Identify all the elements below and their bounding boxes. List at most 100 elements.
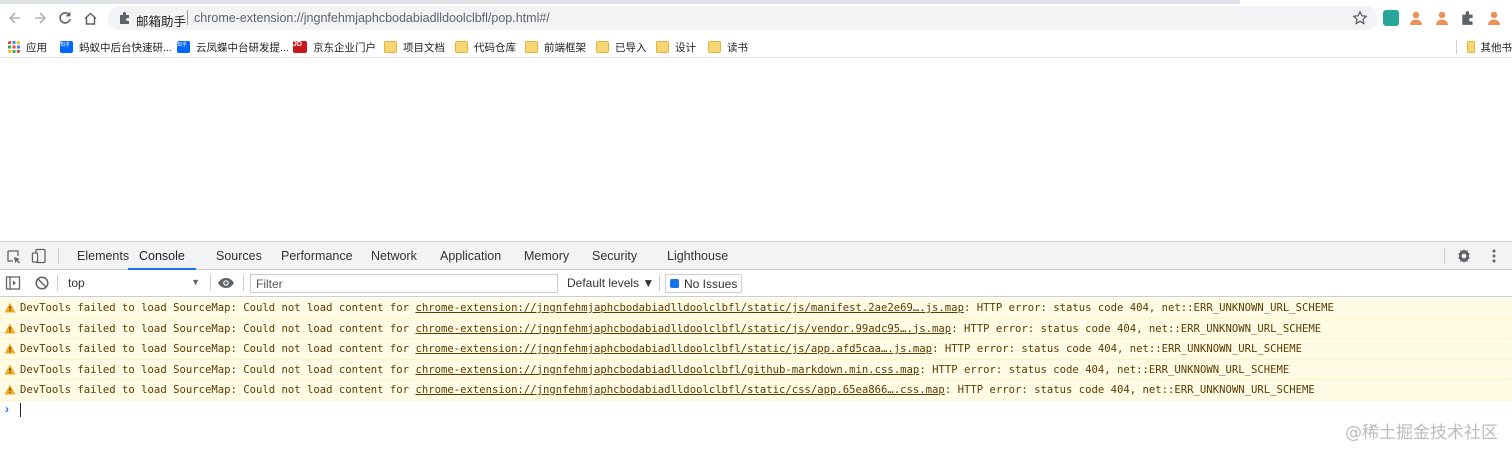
folder-icon	[596, 41, 609, 53]
console-toolbar: top ▼ Default levels ▼ No Issues	[0, 270, 1512, 297]
forward-button[interactable]	[31, 9, 49, 27]
bookmark-folder[interactable]: 代码仓库	[455, 39, 516, 55]
toolbar-divider	[659, 275, 660, 291]
console-prompt[interactable]: ›	[0, 401, 1512, 419]
eye-icon[interactable]	[217, 275, 235, 291]
jd-icon: JD	[293, 41, 307, 53]
profile-avatar-icon-2[interactable]	[1434, 10, 1450, 26]
address-divider	[187, 10, 188, 25]
bookmark-label: 已导入	[615, 41, 647, 54]
toolbar-divider	[1444, 248, 1445, 264]
bookmark-folder[interactable]: 已导入	[596, 39, 647, 55]
log-levels-dropdown[interactable]: Default levels ▼	[567, 276, 654, 290]
inspect-element-icon[interactable]	[6, 249, 22, 265]
extension-grid-icon[interactable]	[1383, 10, 1399, 26]
bookmark-other[interactable]: 其他书	[1467, 39, 1512, 55]
context-value: top	[68, 276, 85, 290]
home-icon	[83, 11, 97, 25]
tab-performance[interactable]: Performance	[281, 242, 353, 270]
warning-icon	[4, 323, 16, 333]
issues-button[interactable]: No Issues	[665, 274, 742, 293]
arrow-right-icon	[35, 12, 47, 24]
folder-icon	[656, 41, 669, 53]
bookmarks-bar: 应用 知乎 蚂蚁中后台快速研... 知乎 云凤蝶中台研发提... JD 京东企业…	[0, 36, 1512, 58]
back-button[interactable]	[6, 9, 24, 27]
tab-strip	[0, 0, 1240, 4]
url-text[interactable]: chrome-extension://jngnfehmjaphcbodabiad…	[194, 11, 550, 25]
bookmark-item[interactable]: 知乎 云凤蝶中台研发提...	[177, 39, 289, 55]
issues-label: No Issues	[684, 276, 738, 291]
apps-grid-icon	[8, 41, 20, 53]
arrow-left-icon	[8, 12, 20, 24]
console-warning: DevTools failed to load SourceMap: Could…	[0, 298, 1512, 319]
warning-text: DevTools failed to load SourceMap: Could…	[20, 384, 1315, 396]
warning-suffix: : HTTP error: status code 404, net::ERR_…	[963, 302, 1334, 314]
folder-icon	[384, 41, 397, 53]
console-warning: DevTools failed to load SourceMap: Could…	[0, 359, 1512, 380]
sourcemap-link[interactable]: chrome-extension://jngnfehmjaphcbodabiad…	[415, 323, 951, 335]
sidebar-toggle-icon[interactable]	[5, 275, 21, 291]
bookmark-label: 其他书	[1480, 41, 1512, 54]
warning-suffix: : HTTP error: status code 404, net::ERR_…	[951, 322, 1322, 335]
bookmark-label: 云凤蝶中台研发提...	[196, 41, 289, 54]
bookmark-label: 项目文档	[403, 41, 445, 54]
tab-sources[interactable]: Sources	[216, 242, 262, 270]
home-button[interactable]	[81, 9, 99, 27]
tab-memory[interactable]: Memory	[524, 242, 569, 270]
tab-network[interactable]: Network	[371, 242, 417, 270]
warning-icon	[4, 384, 16, 395]
site-name: 邮箱助手	[136, 15, 187, 29]
warning-text: DevTools failed to load SourceMap: Could…	[20, 364, 1289, 376]
extensions-puzzle-icon[interactable]	[1460, 10, 1476, 26]
bookmark-label: 读书	[727, 41, 748, 54]
sourcemap-link[interactable]: chrome-extension://jngnfehmjaphcbodabiad…	[415, 302, 964, 314]
bookmark-folder[interactable]: 设计	[656, 39, 696, 55]
tab-security[interactable]: Security	[592, 242, 637, 270]
toolbar-divider	[243, 275, 244, 291]
bookmarks-divider	[1456, 40, 1457, 54]
tab-application[interactable]: Application	[440, 242, 501, 270]
tab-elements[interactable]: Elements	[77, 242, 129, 270]
sourcemap-link[interactable]: chrome-extension://jngnfehmjaphcbodabiad…	[415, 343, 932, 355]
tab-lighthouse[interactable]: Lighthouse	[667, 242, 728, 270]
star-icon[interactable]	[1352, 10, 1368, 26]
bookmark-apps[interactable]: 应用	[8, 39, 47, 55]
sourcemap-link[interactable]: chrome-extension://jngnfehmjaphcbodabiad…	[415, 364, 919, 376]
profile-avatar-icon-3[interactable]	[1486, 10, 1502, 26]
bookmark-label: 设计	[675, 41, 696, 54]
warning-text: DevTools failed to load SourceMap: Could…	[20, 343, 1302, 355]
bookmark-label: 代码仓库	[474, 41, 516, 54]
toolbar-divider	[58, 248, 59, 264]
warning-prefix: DevTools failed to load SourceMap: Could…	[20, 343, 416, 355]
bookmark-label: 应用	[26, 41, 47, 54]
profile-avatar-icon[interactable]	[1408, 10, 1424, 26]
reload-button[interactable]	[56, 9, 74, 27]
console-warning: DevTools failed to load SourceMap: Could…	[0, 318, 1512, 339]
warning-prefix: DevTools failed to load SourceMap: Could…	[20, 363, 416, 376]
tab-console[interactable]: Console	[128, 242, 196, 270]
warning-suffix: : HTTP error: status code 404, net::ERR_…	[932, 343, 1302, 355]
devtools-tabbar: Elements Console Sources Performance Net…	[0, 242, 1512, 270]
clear-console-icon[interactable]	[34, 275, 50, 291]
bookmark-item[interactable]: 知乎 蚂蚁中后台快速研...	[60, 39, 172, 55]
toolbar-divider	[57, 275, 58, 291]
devtools-panel: Elements Console Sources Performance Net…	[0, 241, 1512, 455]
filter-input[interactable]	[250, 274, 558, 293]
puzzle-icon	[120, 12, 129, 24]
bookmark-folder[interactable]: 读书	[708, 39, 748, 55]
gear-icon[interactable]	[1456, 248, 1472, 264]
warning-prefix: DevTools failed to load SourceMap: Could…	[20, 384, 416, 396]
warning-text: DevTools failed to load SourceMap: Could…	[20, 323, 1321, 335]
folder-icon	[525, 41, 538, 53]
warning-icon	[4, 364, 16, 374]
bookmark-folder[interactable]: 前端框架	[525, 39, 586, 55]
context-select[interactable]: top ▼	[62, 274, 204, 293]
sourcemap-link[interactable]: chrome-extension://jngnfehmjaphcbodabiad…	[415, 384, 944, 396]
bookmark-folder[interactable]: 项目文档	[384, 39, 445, 55]
warning-suffix: : HTTP error: status code 404, net::ERR_…	[944, 384, 1315, 396]
bookmark-item[interactable]: JD 京东企业门户	[293, 39, 376, 55]
address-bar[interactable]: 邮箱助手 chrome-extension://jngnfehmjaphcbod…	[108, 6, 1378, 30]
bookmark-label: 前端框架	[544, 41, 586, 54]
more-vertical-icon[interactable]	[1486, 248, 1502, 264]
device-toolbar-icon[interactable]	[31, 248, 47, 264]
